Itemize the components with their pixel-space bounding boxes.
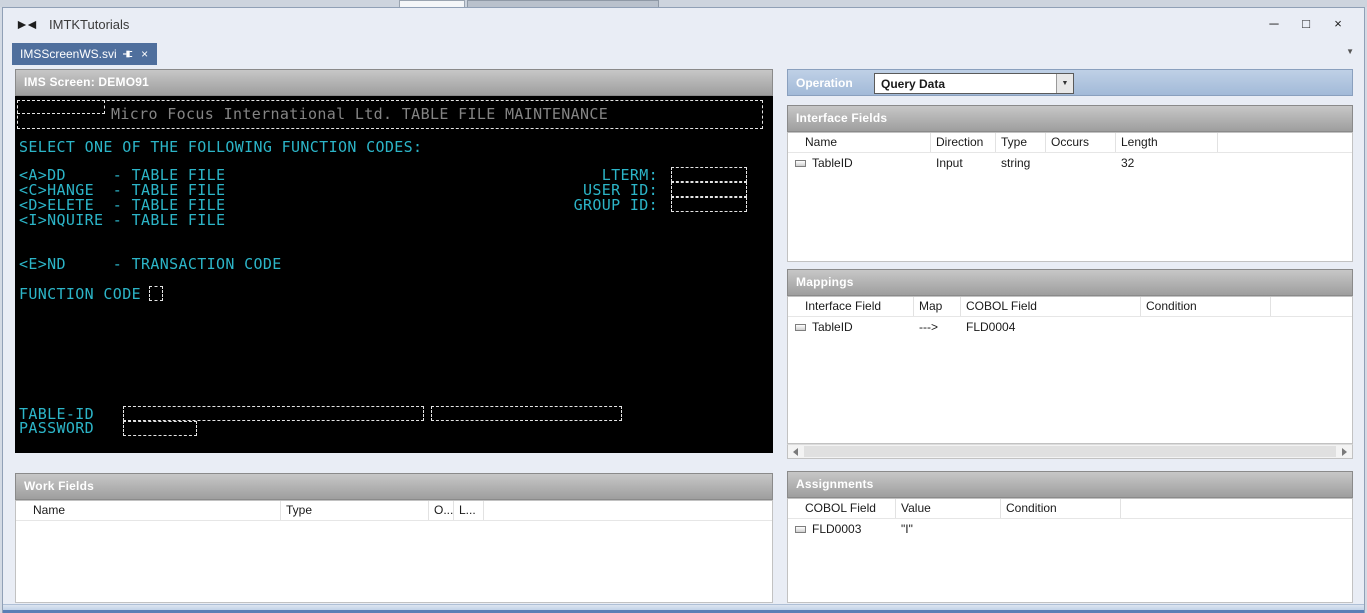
ims-terminal-screen[interactable]: Micro Focus International Ltd. TABLE FIL… (15, 96, 773, 453)
interface-field-direction: Input (936, 156, 963, 170)
work-fields-grid: Name Type O... L... (15, 500, 773, 603)
tab-label: IMSScreenWS.svi (20, 47, 117, 61)
document-tab-bar: IMSScreenWS.svi × ▼ (3, 41, 1364, 65)
user-id-field[interactable] (671, 182, 747, 197)
designer-surface: IMS Screen: DEMO91 Micro Focus Internati… (3, 65, 1364, 613)
column-header-value[interactable]: Value (896, 499, 1001, 518)
window-title: IMTKTutorials (49, 17, 130, 32)
scroll-right-icon[interactable] (1337, 445, 1352, 458)
close-button[interactable]: × (1322, 12, 1354, 36)
ims-screen-caption: IMS Screen: DEMO91 (15, 69, 773, 96)
banner-text: Micro Focus International Ltd. TABLE FIL… (111, 105, 609, 123)
column-header-map[interactable]: Map (914, 297, 961, 316)
interface-field-name: TableID (812, 156, 853, 170)
password-label: PASSWORD (19, 419, 95, 437)
tab-close-icon[interactable]: × (139, 47, 151, 61)
properties-pane: Operation Query Data ▼ Interface Fields … (785, 65, 1355, 613)
column-header-type[interactable]: Type (996, 133, 1046, 152)
column-header-interface-field[interactable]: Interface Field (788, 297, 914, 316)
operation-bar: Operation Query Data ▼ (787, 69, 1353, 96)
chevron-down-icon[interactable]: ▼ (1056, 74, 1073, 93)
password-field[interactable] (123, 421, 197, 436)
interface-fields-grid: Name Direction Type Occurs Length TableI… (787, 132, 1353, 262)
mappings-caption: Mappings (787, 269, 1353, 296)
tab-imsscreenws[interactable]: IMSScreenWS.svi × (12, 43, 157, 65)
field-icon (795, 159, 806, 167)
column-header-name[interactable]: Name (788, 133, 931, 152)
work-fields-caption: Work Fields (15, 473, 773, 500)
work-fields-grid-header: Name Type O... L... (16, 501, 772, 521)
scrollbar-thumb[interactable] (804, 446, 1336, 457)
visual-studio-logo-icon (15, 16, 39, 34)
function-code-label: FUNCTION CODE (19, 285, 141, 303)
group-id-field[interactable] (671, 197, 747, 212)
select-line: SELECT ONE OF THE FOLLOWING FUNCTION COD… (19, 138, 423, 156)
column-header-occurs[interactable]: O... (429, 501, 454, 520)
operation-label: Operation (796, 75, 853, 90)
group-id-label: GROUP ID: (573, 196, 658, 214)
table-id-field[interactable] (123, 406, 424, 421)
column-header-occurs[interactable]: Occurs (1046, 133, 1116, 152)
minimize-button[interactable]: ─ (1258, 12, 1290, 36)
background-tab-fragment (399, 0, 465, 7)
table-id-field-2[interactable] (431, 406, 622, 421)
assignment-value: "I" (901, 522, 913, 536)
assignment-cobol-field: FLD0003 (812, 522, 862, 536)
mapping-cobol-field: FLD0004 (966, 320, 1016, 334)
column-header-direction[interactable]: Direction (931, 133, 996, 152)
assignments-grid-header: COBOL Field Value Condition (788, 499, 1352, 519)
operation-dropdown[interactable]: Query Data ▼ (874, 73, 1074, 94)
background-tab-fragment (467, 0, 659, 7)
operation-selected-value: Query Data (881, 76, 946, 91)
function-code-inquire: <I>NQUIRE - TABLE FILE (19, 211, 226, 229)
lterm-field[interactable] (671, 167, 747, 182)
assignments-grid: COBOL Field Value Condition FLD0003 "I" (787, 498, 1353, 603)
banner-field-outline-small (17, 100, 105, 114)
tab-list-dropdown-icon[interactable]: ▼ (1346, 47, 1354, 56)
title-bar: IMTKTutorials ─ □ × (3, 8, 1364, 41)
mapping-interface-field: TableID (812, 320, 853, 334)
assignments-caption: Assignments (787, 471, 1353, 498)
window-bottom-border (3, 604, 1364, 613)
mapping-row[interactable]: TableID ---> FLD0004 (788, 317, 1352, 337)
interface-field-row[interactable]: TableID Input string 32 (788, 153, 1352, 173)
mappings-grid-header: Interface Field Map COBOL Field Conditio… (788, 297, 1352, 317)
column-header-name[interactable]: Name (16, 501, 281, 520)
interface-field-length: 32 (1121, 156, 1135, 170)
column-header-type[interactable]: Type (281, 501, 429, 520)
screen-pane: IMS Screen: DEMO91 Micro Focus Internati… (13, 65, 775, 613)
column-header-condition[interactable]: Condition (1001, 499, 1121, 518)
mappings-grid: Interface Field Map COBOL Field Conditio… (787, 296, 1353, 444)
column-header-condition[interactable]: Condition (1141, 297, 1271, 316)
app-window: IMTKTutorials ─ □ × IMSScreenWS.svi × ▼ (2, 7, 1365, 613)
interface-fields-caption: Interface Fields (787, 105, 1353, 132)
scroll-left-icon[interactable] (788, 445, 803, 458)
function-code-field[interactable] (149, 286, 163, 301)
background-app-fragment (0, 0, 1367, 7)
mapping-arrow: ---> (919, 320, 938, 334)
maximize-button[interactable]: □ (1290, 12, 1322, 36)
column-header-cobol-field[interactable]: COBOL Field (961, 297, 1141, 316)
field-icon (795, 525, 806, 533)
assignment-row[interactable]: FLD0003 "I" (788, 519, 1352, 539)
field-icon (795, 323, 806, 331)
end-line: <E>ND - TRANSACTION CODE (19, 255, 282, 273)
horizontal-scrollbar[interactable] (787, 444, 1353, 459)
column-header-length[interactable]: Length (1116, 133, 1218, 152)
column-header-length[interactable]: L... (454, 501, 484, 520)
interface-field-type: string (1001, 156, 1031, 170)
column-header-cobol-field[interactable]: COBOL Field (788, 499, 896, 518)
interface-fields-grid-header: Name Direction Type Occurs Length (788, 133, 1352, 153)
pin-icon[interactable] (122, 49, 133, 59)
